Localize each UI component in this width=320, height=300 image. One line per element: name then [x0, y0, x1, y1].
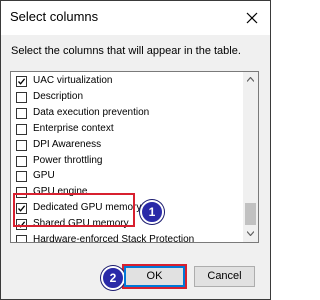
- scroll-down-arrow-icon[interactable]: [247, 231, 254, 236]
- instruction-text: Select the columns that will appear in t…: [11, 45, 241, 57]
- step-1-badge: 1: [140, 200, 164, 224]
- column-option-label: Description: [33, 90, 84, 102]
- column-option-label: DPI Awareness: [33, 138, 102, 150]
- column-option[interactable]: Description: [11, 90, 243, 106]
- column-option[interactable]: Hardware-enforced Stack Protection: [11, 233, 243, 243]
- column-option[interactable]: Power throttling: [11, 154, 243, 170]
- column-option[interactable]: UAC virtualization: [11, 74, 243, 90]
- checkbox-unchecked[interactable]: [16, 91, 27, 103]
- scroll-up-arrow-icon[interactable]: [247, 77, 254, 82]
- dialog-title: Select columns: [10, 9, 99, 24]
- vertical-scrollbar[interactable]: [243, 72, 258, 242]
- gpu-memory-highlight: [13, 193, 135, 227]
- column-option-label: Hardware-enforced Stack Protection: [33, 234, 195, 243]
- column-option[interactable]: GPU: [11, 169, 243, 185]
- column-option-label: Data execution prevention: [33, 106, 150, 118]
- select-columns-dialog: Select columns Select the columns that w…: [0, 0, 271, 300]
- scrollbar-thumb[interactable]: [245, 203, 256, 225]
- ok-button[interactable]: OK: [124, 266, 185, 287]
- checkbox-unchecked[interactable]: [16, 123, 27, 135]
- checkmark-icon: [18, 78, 26, 85]
- column-option-label: Power throttling: [33, 154, 103, 166]
- column-option-label: Enterprise context: [33, 122, 114, 134]
- column-option[interactable]: Enterprise context: [11, 122, 243, 138]
- title-bar: Select columns: [1, 1, 270, 35]
- checkbox-unchecked[interactable]: [16, 139, 27, 151]
- column-option[interactable]: DPI Awareness: [11, 138, 243, 154]
- close-icon: [246, 12, 258, 24]
- checkbox-unchecked[interactable]: [16, 171, 27, 183]
- column-option[interactable]: Data execution prevention: [11, 106, 243, 122]
- checkbox-unchecked[interactable]: [16, 107, 27, 119]
- cancel-button[interactable]: Cancel: [194, 266, 255, 287]
- checkbox-unchecked[interactable]: [16, 235, 27, 242]
- step-2-badge: 2: [101, 266, 125, 290]
- checkbox-checked[interactable]: [16, 76, 27, 87]
- close-button[interactable]: [240, 6, 264, 30]
- checkbox-unchecked[interactable]: [16, 155, 27, 167]
- column-option-label: UAC virtualization: [33, 75, 113, 86]
- column-option-label: GPU: [33, 170, 55, 182]
